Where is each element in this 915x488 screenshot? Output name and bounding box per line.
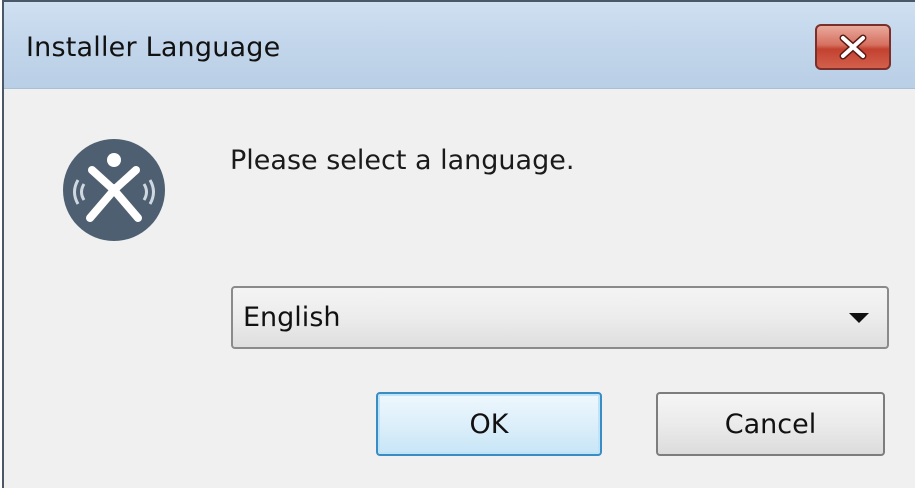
language-select-value: English xyxy=(243,302,341,333)
window-title: Installer Language xyxy=(26,32,281,63)
ok-button[interactable]: OK xyxy=(376,392,602,456)
close-button[interactable] xyxy=(815,24,891,70)
language-select[interactable]: English xyxy=(231,286,889,349)
dialog-body: Please select a language. English OK Can… xyxy=(4,89,915,488)
title-bar[interactable]: Installer Language xyxy=(4,2,915,89)
dropdown-arrow-icon[interactable] xyxy=(849,313,869,323)
installer-app-icon xyxy=(62,138,166,242)
language-prompt: Please select a language. xyxy=(230,145,575,176)
cancel-button[interactable]: Cancel xyxy=(656,392,885,456)
close-icon xyxy=(839,34,867,60)
installer-language-window: Installer Language Please select a langu… xyxy=(2,0,915,488)
